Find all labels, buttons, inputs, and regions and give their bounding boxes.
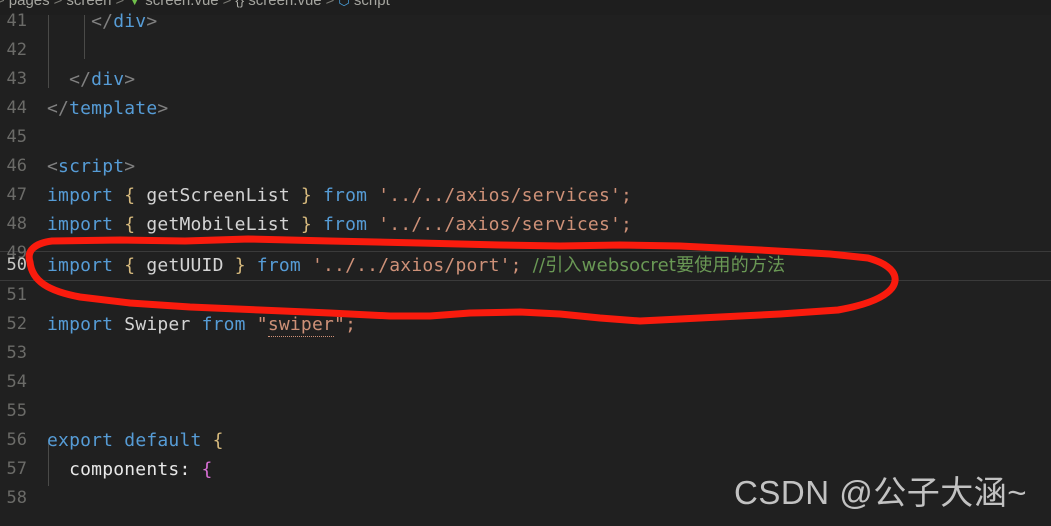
- token-brace-open: {: [124, 255, 136, 276]
- line-content: import { getMobileList } from '../../axi…: [47, 210, 632, 240]
- token-identifier: getMobileList: [146, 214, 290, 235]
- code-line[interactable]: 51: [0, 281, 1051, 311]
- token-keyword-import: import: [47, 255, 114, 276]
- token-tag: div: [113, 11, 147, 32]
- token-property-components: components:: [69, 459, 191, 480]
- line-number: 55: [6, 401, 27, 421]
- line-number: 52: [6, 314, 27, 334]
- line-number: 42: [6, 40, 27, 60]
- line-number: 47: [6, 185, 27, 205]
- code-line[interactable]: 54: [0, 368, 1051, 398]
- line-content: import { getUUID } from '../../axios/por…: [47, 251, 785, 281]
- code-line-current[interactable]: 50 import { getUUID } from '../../axios/…: [0, 251, 1051, 281]
- line-number: 54: [6, 372, 27, 392]
- line-content: </div>: [47, 69, 136, 90]
- line-content: import Swiper from "swiper";: [47, 310, 356, 340]
- token-brace-close: }: [300, 214, 312, 235]
- line-number: 44: [6, 98, 27, 118]
- token-string: '../../axios/services';: [378, 214, 633, 235]
- code-editor[interactable]: 41 </div> 42 43 </div> 44 </template> 45…: [0, 11, 1051, 526]
- line-content: import { getScreenList } from '../../axi…: [47, 181, 632, 211]
- token-keyword-from: from: [323, 214, 368, 235]
- line-content: <script>: [47, 156, 136, 177]
- token-keyword-export: export: [47, 430, 114, 451]
- token-keyword-default: default: [124, 430, 202, 451]
- code-line[interactable]: 45: [0, 123, 1051, 153]
- code-line[interactable]: 53: [0, 339, 1051, 369]
- code-line[interactable]: 48 import { getMobileList } from '../../…: [0, 210, 1051, 240]
- line-number: 48: [6, 214, 27, 234]
- line-content: </div>: [47, 11, 158, 32]
- line-number: 57: [6, 459, 27, 479]
- line-content: </template>: [47, 98, 169, 119]
- line-number: 53: [6, 343, 27, 363]
- token-string-quote: ": [256, 314, 268, 335]
- code-line[interactable]: 46 <script>: [0, 152, 1051, 182]
- code-line[interactable]: 44 </template>: [0, 94, 1051, 124]
- line-number: 43: [6, 69, 27, 89]
- code-line[interactable]: 52 import Swiper from "swiper";: [0, 310, 1051, 340]
- token-string: '../../axios/services';: [378, 185, 633, 206]
- code-line[interactable]: 56 export default {: [0, 426, 1051, 456]
- line-number-active: 50: [6, 255, 27, 275]
- editor-screenshot: > pages > screen > ▼ screen.vue >{} screen.vue…: [0, 0, 1051, 526]
- token-keyword-import: import: [47, 214, 114, 235]
- code-line[interactable]: 43 </div>: [0, 65, 1051, 95]
- token-tag: template: [69, 98, 158, 119]
- csdn-watermark: CSDN @公子大涵~: [734, 474, 1027, 511]
- token-keyword-from: from: [201, 314, 246, 335]
- token-string-quote: ";: [334, 314, 357, 335]
- token-identifier-getuuid: getUUID: [146, 255, 224, 276]
- token-brace-open: {: [124, 214, 136, 235]
- token-string-port: '../../axios/port';: [311, 255, 522, 276]
- line-number: 41: [6, 11, 27, 31]
- token-brace-close: }: [234, 255, 246, 276]
- token-brace-close: }: [300, 185, 312, 206]
- token-tag: div: [91, 69, 125, 90]
- token-string-module-unresolved: swiper: [267, 314, 335, 337]
- line-number: 51: [6, 285, 27, 305]
- line-content: components: {: [47, 455, 213, 485]
- token-keyword-import: import: [47, 314, 114, 335]
- line-number: 58: [6, 488, 27, 508]
- token-keyword-from: from: [256, 255, 301, 276]
- token-brace-open: {: [201, 459, 213, 480]
- token-brace-open: {: [212, 430, 224, 451]
- line-number: 45: [6, 127, 27, 147]
- code-line[interactable]: 42: [0, 36, 1051, 66]
- line-number: 46: [6, 156, 27, 176]
- token-keyword-from: from: [323, 185, 368, 206]
- code-line[interactable]: 47 import { getScreenList } from '../../…: [0, 181, 1051, 211]
- line-content: export default {: [47, 426, 224, 456]
- line-number: 56: [6, 430, 27, 450]
- token-brace-open: {: [124, 185, 136, 206]
- code-line[interactable]: 55: [0, 397, 1051, 427]
- token-tag: script: [58, 156, 125, 177]
- token-comment: //引入websocret要使用的方法: [532, 255, 786, 276]
- code-line[interactable]: 41 </div>: [0, 7, 1051, 37]
- token-keyword-import: import: [47, 185, 114, 206]
- token-identifier: getScreenList: [146, 185, 290, 206]
- token-identifier-swiper: Swiper: [124, 314, 191, 335]
